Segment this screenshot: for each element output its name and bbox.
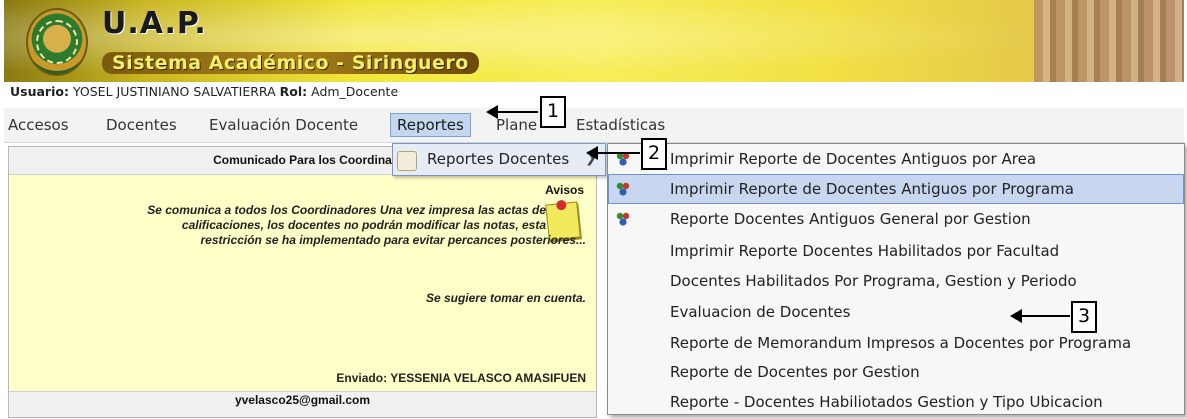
menu-docentes[interactable]: Docentes: [106, 116, 177, 134]
announcement-panel: Comunicado Para los Coordina Avisos Se c…: [8, 146, 597, 418]
app-title: U.A.P.: [102, 6, 207, 41]
callout-1-arrow: [486, 105, 538, 119]
dropdown-item[interactable]: Reporte de Docentes por Gestion: [608, 357, 1184, 387]
dropdown-item[interactable]: Reporte Docentes Antiguos General por Ge…: [608, 204, 1184, 234]
sender-text: Enviado: YESSENIA VELASCO AMASIFUEN: [336, 371, 586, 385]
dropdown-item-label: Reporte de Docentes por Gestion: [670, 363, 920, 381]
callout-3: 3: [1071, 301, 1097, 333]
callout-3-arrow: [1010, 309, 1070, 323]
menu-reportes[interactable]: Reportes: [390, 113, 471, 137]
callout-2-arrow: [586, 146, 640, 160]
user-name: YOSEL JUSTINIANO SALVATIERRA: [72, 84, 276, 99]
logo-ring: [36, 20, 78, 64]
dropdown-item-label: Imprimir Reporte de Docentes Antiguos po…: [670, 150, 1037, 168]
dropdown-item[interactable]: Imprimir Reporte Docentes Habilitados po…: [608, 236, 1184, 266]
avisos-title: Avisos: [545, 183, 584, 197]
submenu-label: Reportes Docentes: [427, 150, 570, 168]
university-logo: [26, 8, 88, 76]
announcement-body: Avisos Se comunica a todos los Coordinad…: [9, 174, 596, 392]
announcement-message: Se comunica a todos los Coordinadores Un…: [46, 203, 586, 248]
people-icon: [616, 212, 630, 226]
reports-dropdown: Imprimir Reporte de Docentes Antiguos po…: [607, 143, 1185, 415]
callout-1: 1: [540, 96, 566, 128]
menu-accesos[interactable]: Accesos: [8, 116, 69, 134]
message-line-3: restricción se ha implementado para evit…: [200, 233, 587, 247]
dropdown-item[interactable]: Reporte de Memorandum Impresos a Docente…: [608, 328, 1184, 358]
document-icon: [397, 151, 417, 171]
dropdown-item-highlighted[interactable]: Imprimir Reporte de Docentes Antiguos po…: [608, 174, 1184, 204]
message-line-1: Se comunica a todos los Coordinadores Un…: [147, 203, 546, 217]
dropdown-item[interactable]: Reporte - Docentes Habiliotados Gestion …: [608, 387, 1184, 417]
header-banner: U.A.P. Sistema Académico - Siringuero: [4, 0, 1184, 82]
app-subtitle: Sistema Académico - Siringuero: [102, 52, 479, 74]
dropdown-item[interactable]: Evaluacion de Docentes: [608, 297, 1184, 327]
menu-evaluacion-docente[interactable]: Evaluación Docente: [209, 116, 358, 134]
dropdown-item-label: Imprimir Reporte Docentes Habilitados po…: [670, 242, 1060, 260]
dropdown-item-label: Reporte - Docentes Habiliotados Gestion …: [670, 393, 1103, 411]
callout-2: 2: [641, 138, 667, 170]
dropdown-item-label: Reporte Docentes Antiguos General por Ge…: [670, 210, 1031, 228]
message-line-2: calificaciones, los docentes no podrán m…: [181, 218, 546, 232]
dropdown-item[interactable]: Docentes Habilitados Por Programa, Gesti…: [608, 266, 1184, 296]
people-icon: [616, 182, 630, 196]
user-info-bar: Usuario: YOSEL JUSTINIANO SALVATIERRA Ro…: [10, 84, 398, 99]
role-label: Rol:: [279, 84, 308, 99]
user-label: Usuario:: [10, 84, 69, 99]
submenu-reportes-docentes[interactable]: Reportes Docentes ❯: [392, 143, 606, 176]
dropdown-item[interactable]: Imprimir Reporte de Docentes Antiguos po…: [608, 144, 1184, 174]
user-role: Adm_Docente: [311, 84, 399, 99]
menu-planes[interactable]: Plane: [496, 116, 537, 134]
dropdown-item-label: Reporte de Memorandum Impresos a Docente…: [670, 334, 1132, 352]
dropdown-item-label: Docentes Habilitados Por Programa, Gesti…: [670, 272, 1077, 290]
header-photo: [1034, 0, 1184, 82]
menu-estadisticas[interactable]: Estadísticas: [576, 116, 665, 134]
dropdown-item-label: Imprimir Reporte de Docentes Antiguos po…: [670, 180, 1074, 198]
suggestion-text: Se sugiere tomar en cuenta.: [425, 291, 586, 305]
main-menubar: Accesos Docentes Evaluación Docente Repo…: [4, 108, 1184, 143]
sender-email: yvelasco25@gmail.com: [234, 393, 371, 407]
dropdown-item-label: Evaluacion de Docentes: [670, 303, 851, 321]
